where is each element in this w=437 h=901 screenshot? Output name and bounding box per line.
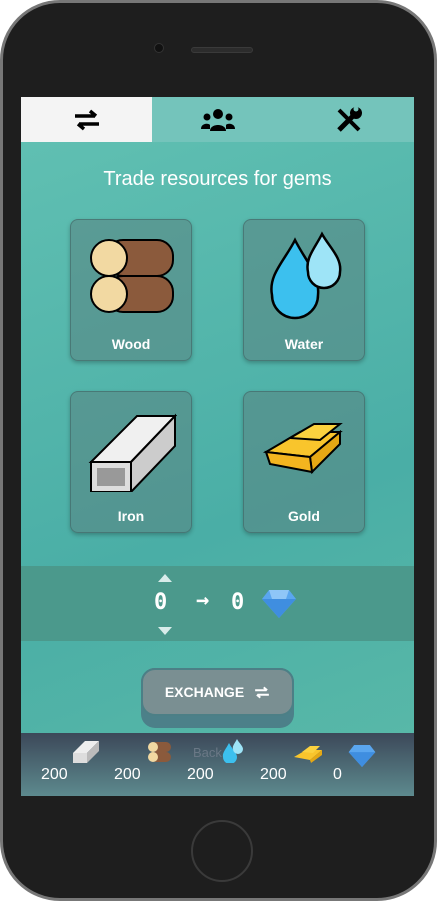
exchange-icon: [74, 109, 99, 130]
resource-card-gold[interactable]: Gold: [243, 391, 365, 533]
exchange-button[interactable]: EXCHANGE: [141, 668, 294, 728]
arrow-icon: →: [196, 588, 210, 613]
iron-count: 200: [41, 766, 68, 783]
page-title: Trade resources for gems: [103, 168, 332, 190]
gold-count: 200: [260, 766, 287, 783]
resource-label: Wood: [111, 336, 151, 352]
resource-card-water[interactable]: Water: [243, 219, 365, 361]
tab-tools[interactable]: [283, 97, 414, 142]
wood-count: 200: [114, 766, 141, 783]
gem-count: 0: [333, 766, 342, 783]
users-icon: [200, 108, 235, 131]
amount-value[interactable]: 0: [154, 590, 167, 615]
app-screen: Trade resources for gems Wood Water Iron…: [21, 97, 414, 796]
back-link[interactable]: Back: [193, 745, 222, 760]
tab-bar: [21, 97, 414, 142]
decrement-arrow-icon[interactable]: [158, 627, 172, 635]
water-icon: [270, 231, 342, 320]
resource-label: Gold: [288, 508, 320, 524]
resource-label: Iron: [117, 508, 145, 524]
tools-icon: [336, 106, 362, 132]
wood-icon: [90, 239, 174, 313]
gold-icon: [294, 746, 322, 763]
exchange-icon: [255, 686, 270, 698]
gem-icon: [348, 745, 376, 767]
inventory-bar: Back 200 200 200 200 0: [21, 733, 414, 796]
tab-exchange[interactable]: [21, 97, 152, 142]
increment-arrow-icon[interactable]: [158, 574, 172, 582]
resource-card-wood[interactable]: Wood: [70, 219, 192, 361]
resource-card-iron[interactable]: Iron: [70, 391, 192, 533]
exchange-button-label: EXCHANGE: [164, 684, 245, 700]
tab-users[interactable]: [152, 97, 283, 142]
gem-icon: [262, 590, 296, 618]
water-icon: [222, 739, 243, 763]
wood-icon: [148, 742, 171, 762]
water-count: 200: [187, 766, 214, 783]
iron-icon: [73, 741, 99, 763]
home-button[interactable]: [191, 820, 253, 882]
gold-icon: [262, 423, 343, 475]
gem-result-value: 0: [231, 590, 245, 615]
resource-label: Water: [284, 336, 324, 352]
speaker: [191, 47, 253, 53]
camera: [154, 43, 164, 53]
exchange-panel: 0 → 0: [21, 566, 414, 641]
iron-icon: [88, 413, 177, 492]
